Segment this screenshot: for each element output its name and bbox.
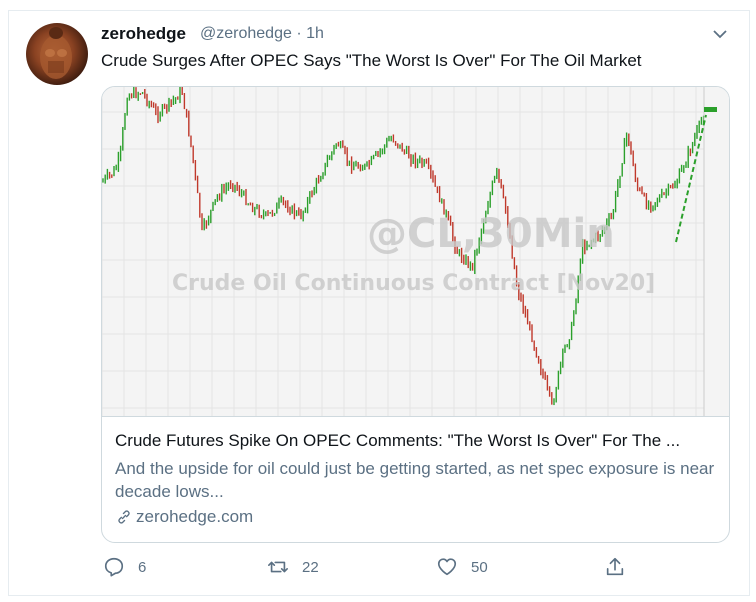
card-domain[interactable]: zerohedge.com <box>115 507 253 527</box>
reply-button[interactable]: 6 <box>103 556 146 578</box>
avatar-image <box>40 27 72 79</box>
chevron-down-icon[interactable] <box>711 25 729 43</box>
share-button[interactable] <box>604 556 639 578</box>
watermark-text: @CL,30Min <box>367 211 615 257</box>
handle-text[interactable]: @zerohedge <box>200 25 292 42</box>
timestamp[interactable]: 1h <box>306 25 324 42</box>
link-card[interactable]: @CL,30Min Crude Oil Continuous Contract … <box>101 86 730 543</box>
share-icon <box>606 557 624 576</box>
retweet-icon <box>268 561 288 573</box>
like-icon <box>437 558 457 576</box>
card-domain-text: zerohedge.com <box>136 507 254 526</box>
card-description: And the upside for oil could just be get… <box>115 459 715 501</box>
link-icon <box>118 510 130 524</box>
avatar[interactable] <box>26 23 88 85</box>
reply-icon <box>104 557 124 577</box>
separator: · <box>296 25 302 42</box>
watermark-subtitle: Crude Oil Continuous Contract [Nov20] <box>172 271 655 296</box>
chart-image: @CL,30Min Crude Oil Continuous Contract … <box>102 87 717 416</box>
author-name[interactable]: zerohedge <box>101 24 186 44</box>
retweet-button[interactable]: 22 <box>267 556 319 578</box>
card-title: Crude Futures Spike On OPEC Comments: "T… <box>115 431 681 450</box>
like-count: 50 <box>471 558 488 576</box>
reply-count: 6 <box>138 558 147 576</box>
author-handle[interactable]: @zerohedge · 1h <box>200 25 324 43</box>
retweet-count: 22 <box>302 558 319 576</box>
card-image[interactable]: @CL,30Min Crude Oil Continuous Contract … <box>102 87 729 417</box>
tweet-text: Crude Surges After OPEC Says "The Worst … <box>101 51 642 70</box>
like-button[interactable]: 50 <box>436 556 488 578</box>
